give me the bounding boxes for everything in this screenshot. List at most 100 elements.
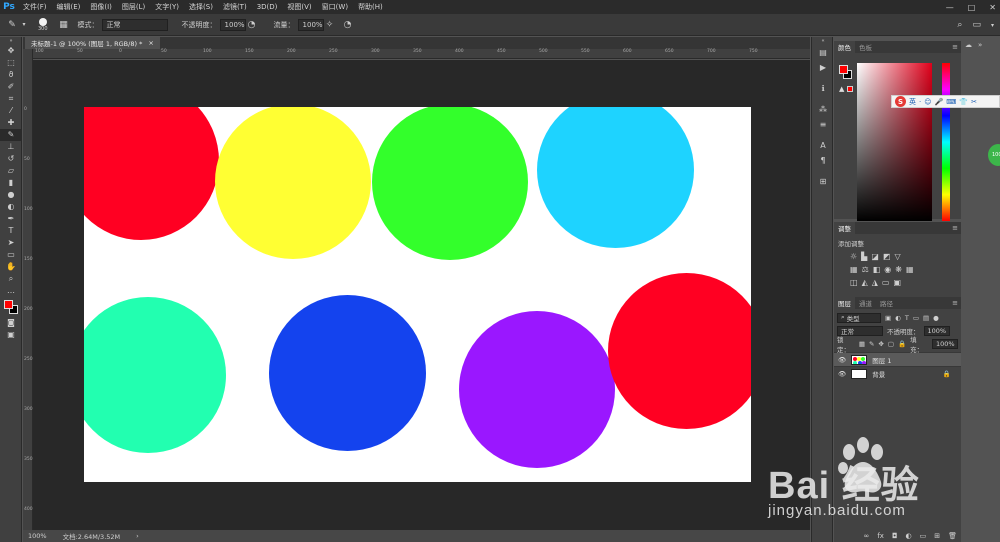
- selective-color-icon[interactable]: ▣: [893, 278, 901, 287]
- character-panel-icon[interactable]: A: [812, 138, 834, 153]
- glyphs-panel-icon[interactable]: ⊞: [812, 174, 834, 189]
- status-menu-arrow[interactable]: ›: [136, 532, 139, 540]
- layer-row[interactable]: 👁 背景 🔒: [834, 366, 961, 380]
- zoom-tool-icon[interactable]: ⌕: [0, 273, 22, 285]
- add-mask-icon[interactable]: ◘: [892, 532, 898, 540]
- more-tools-icon[interactable]: …: [0, 285, 22, 297]
- lasso-tool-icon[interactable]: ϑ: [0, 69, 22, 81]
- healing-tool-icon[interactable]: ✚: [0, 117, 22, 129]
- new-layer-icon[interactable]: ⊞: [934, 532, 940, 540]
- history-panel-icon[interactable]: ▤: [812, 45, 834, 60]
- document-tab[interactable]: 未标题-1 @ 100% (图层 1, RGB/8) * ×: [25, 37, 160, 49]
- emoji-icon[interactable]: ☺: [924, 98, 931, 106]
- eyedropper-tool-icon[interactable]: ⁄: [0, 105, 22, 117]
- move-tool-icon[interactable]: ✥: [0, 45, 22, 57]
- brightness-icon[interactable]: ☼: [850, 252, 857, 261]
- brush-size-picker[interactable]: 300: [38, 17, 48, 32]
- tool-preset-picker[interactable]: ✎ ▾: [6, 19, 30, 31]
- stamp-tool-icon[interactable]: ⊥: [0, 141, 22, 153]
- brush-settings-icon[interactable]: ⁂: [812, 102, 834, 117]
- menu-filter[interactable]: 滤镜(T): [218, 2, 252, 12]
- shape-tool-icon[interactable]: ▭: [0, 249, 22, 261]
- flow-input[interactable]: 100%: [297, 18, 324, 31]
- gamut-warning-icon[interactable]: ▲: [839, 85, 844, 93]
- color-swatches[interactable]: [0, 297, 22, 317]
- curves-icon[interactable]: ◪: [871, 252, 879, 261]
- crop-tool-icon[interactable]: ⌗: [0, 93, 22, 105]
- sogou-logo-icon[interactable]: S: [895, 96, 906, 107]
- shape-filter-icon[interactable]: ▭: [913, 314, 919, 322]
- menu-image[interactable]: 图像(I): [85, 2, 117, 12]
- lock-transparent-icon[interactable]: ▦: [859, 340, 865, 348]
- eraser-tool-icon[interactable]: ▱: [0, 165, 22, 177]
- minimize-button[interactable]: —: [946, 3, 954, 12]
- eye-icon[interactable]: 👁: [838, 356, 846, 364]
- close-button[interactable]: ✕: [989, 3, 996, 12]
- delete-layer-icon[interactable]: 🗑: [948, 532, 957, 540]
- color-balance-icon[interactable]: ⚖: [862, 265, 869, 274]
- quick-mask-icon[interactable]: ◙: [0, 317, 22, 329]
- quick-select-tool-icon[interactable]: ✐: [0, 81, 22, 93]
- vertical-ruler[interactable]: 0 50 100 150 200 250 300 350 400: [23, 49, 33, 530]
- menu-layer[interactable]: 图层(L): [117, 2, 150, 12]
- smart-object-filter-icon[interactable]: ▤: [923, 314, 929, 322]
- screen-mode-icon[interactable]: ▣: [0, 329, 22, 341]
- menu-file[interactable]: 文件(F): [18, 2, 52, 12]
- menu-3d[interactable]: 3D(D): [252, 3, 283, 11]
- layer-fill-input[interactable]: 100%: [932, 338, 958, 349]
- channel-mixer-icon[interactable]: ❋: [895, 265, 902, 274]
- horizontal-ruler[interactable]: 100 50 0 50 100 150 200 250 300 350 400 450 500 550 60…: [33, 49, 810, 59]
- properties-panel-icon[interactable]: ℹ: [812, 81, 834, 96]
- ime-language[interactable]: 英: [909, 97, 916, 107]
- color-lookup-icon[interactable]: ▦: [906, 265, 914, 274]
- collapse-arrows-icon[interactable]: «: [812, 37, 834, 45]
- paragraph-panel-icon[interactable]: ¶: [812, 153, 834, 168]
- pressure-opacity-icon[interactable]: ◔: [246, 19, 258, 31]
- pixel-filter-icon[interactable]: ▣: [885, 314, 891, 322]
- blur-tool-icon[interactable]: ●: [0, 189, 22, 201]
- opacity-input[interactable]: 100%: [219, 18, 246, 31]
- history-brush-tool-icon[interactable]: ↺: [0, 153, 22, 165]
- link-layers-icon[interactable]: ∞: [864, 532, 870, 540]
- new-adjustment-icon[interactable]: ◐: [906, 532, 912, 540]
- black-white-icon[interactable]: ◧: [873, 265, 881, 274]
- keyboard-icon[interactable]: ⌨: [946, 98, 956, 106]
- layer-style-icon[interactable]: fx: [877, 532, 884, 540]
- menu-window[interactable]: 窗口(W): [317, 2, 353, 12]
- tab-adjustments[interactable]: 调整: [834, 222, 855, 234]
- panel-menu-icon[interactable]: ≡: [952, 43, 961, 51]
- search-icon[interactable]: ⌕: [957, 20, 962, 30]
- tab-color[interactable]: 颜色: [834, 41, 855, 53]
- workspace-icon[interactable]: ▭: [972, 20, 981, 30]
- menu-type[interactable]: 文字(Y): [150, 2, 184, 12]
- brush-tool-icon[interactable]: ✎: [0, 129, 22, 141]
- panel-menu-icon[interactable]: ≡: [952, 299, 961, 307]
- lock-artboard-icon[interactable]: ▢: [888, 340, 894, 348]
- close-tab-icon[interactable]: ×: [148, 39, 153, 47]
- actions-panel-icon[interactable]: ▶: [812, 60, 834, 75]
- workspace-menu-icon[interactable]: ▾: [991, 22, 994, 29]
- tab-channels[interactable]: 通道: [855, 297, 876, 309]
- photo-filter-icon[interactable]: ◉: [884, 265, 891, 274]
- dodge-tool-icon[interactable]: ◐: [0, 201, 22, 213]
- toolbox-icon[interactable]: ✂: [971, 98, 977, 106]
- lock-position-icon[interactable]: ✥: [878, 340, 883, 348]
- gradient-map-icon[interactable]: ▭: [882, 278, 890, 287]
- tab-paths[interactable]: 路径: [876, 297, 897, 309]
- mode-select[interactable]: 正常: [101, 18, 168, 31]
- menu-view[interactable]: 视图(V): [282, 2, 316, 12]
- tab-layers[interactable]: 图层: [834, 297, 855, 309]
- airbrush-icon[interactable]: ✧: [324, 19, 336, 31]
- hand-tool-icon[interactable]: ✋: [0, 261, 22, 273]
- lock-all-icon[interactable]: 🔒: [898, 340, 906, 348]
- menu-edit[interactable]: 编辑(E): [52, 2, 86, 12]
- cc-libraries-icon[interactable]: ☁: [965, 41, 972, 49]
- skin-icon[interactable]: 👕: [959, 98, 968, 106]
- threshold-icon[interactable]: ◮: [872, 278, 878, 287]
- panel-menu-icon[interactable]: ≡: [952, 224, 961, 232]
- punctuation-icon[interactable]: ·: [919, 98, 921, 106]
- layer-name[interactable]: 图层 1: [872, 355, 891, 365]
- invert-icon[interactable]: ◫: [850, 278, 858, 287]
- adjustment-filter-icon[interactable]: ◐: [895, 314, 901, 322]
- foreground-color-swatch[interactable]: [4, 300, 13, 309]
